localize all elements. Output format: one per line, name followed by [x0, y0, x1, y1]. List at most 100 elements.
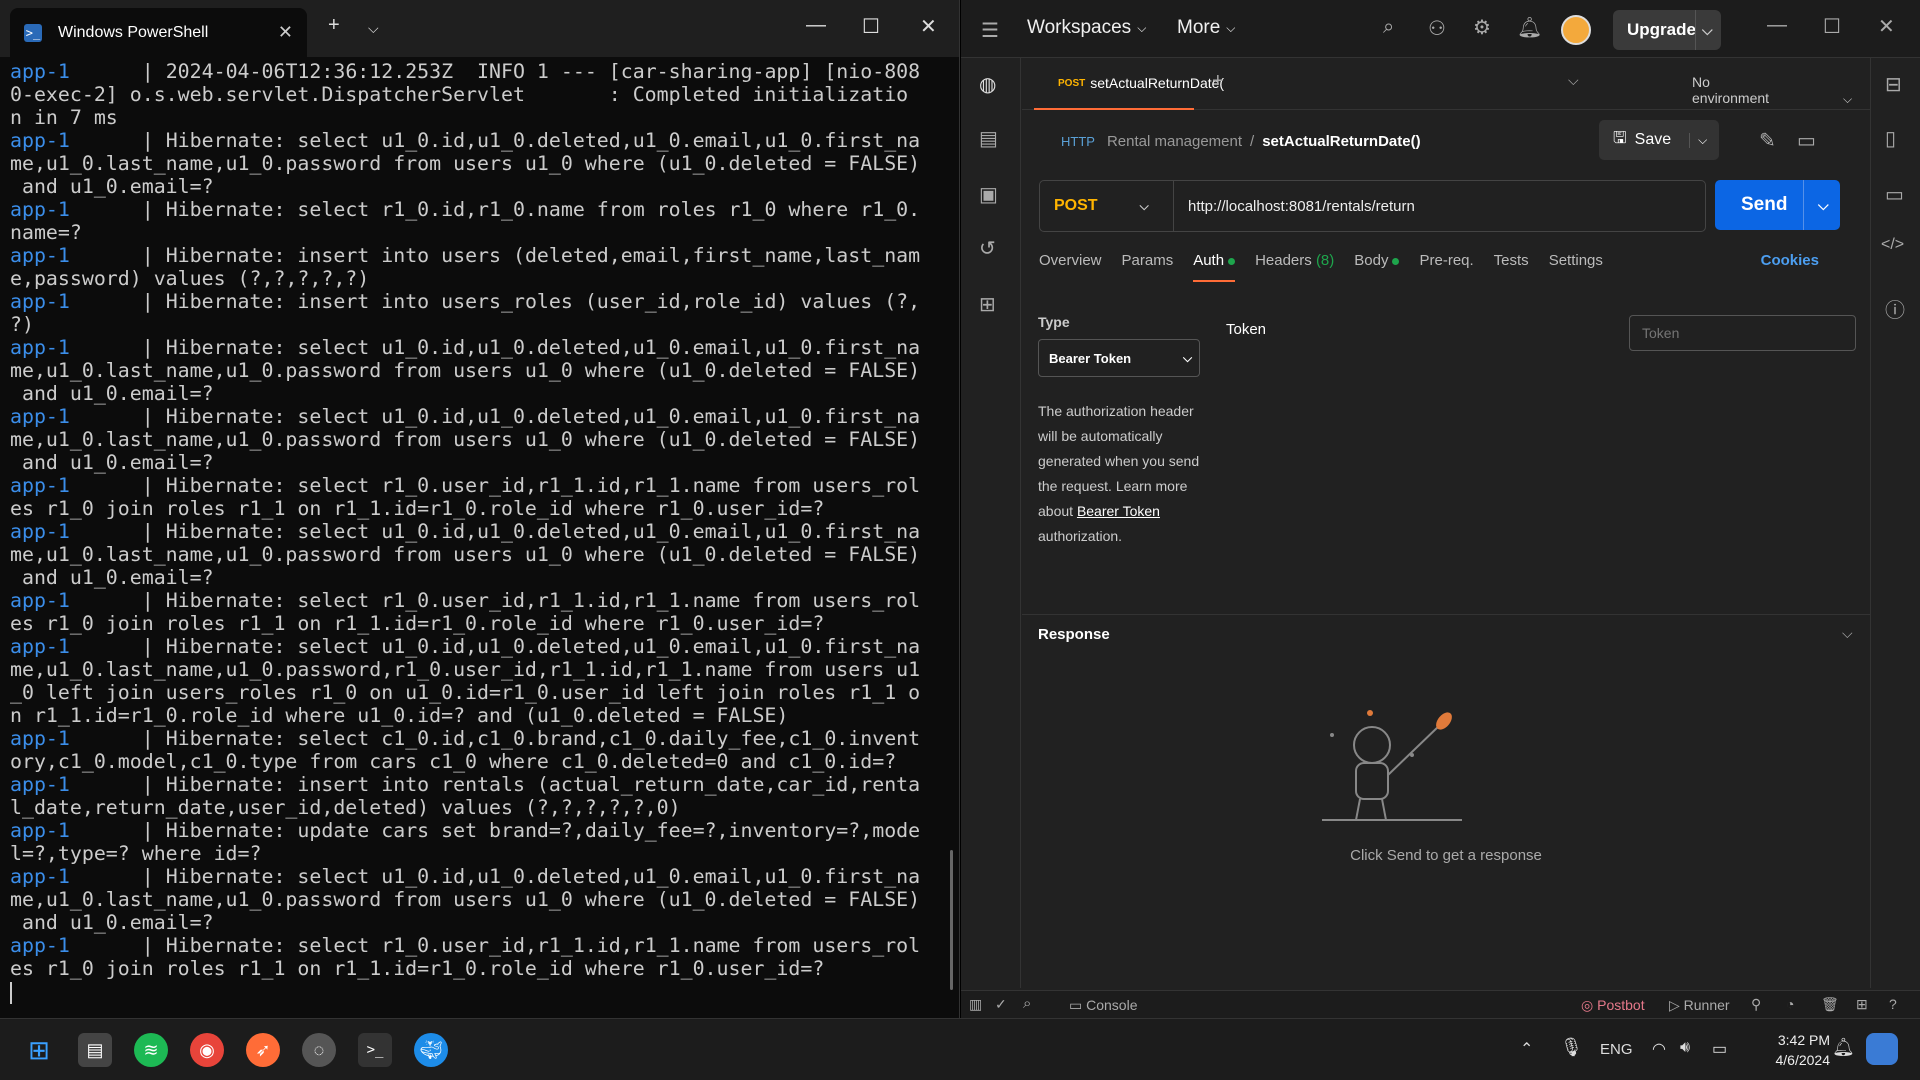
chevron-down-icon[interactable]: ⌵ [1695, 10, 1713, 50]
terminal-line: es r1_0 join roles r1_1 on r1_1.id=r1_0.… [10, 497, 925, 520]
info-icon[interactable]: ⓘ [1885, 294, 1905, 323]
menu-icon[interactable]: ☰ [981, 18, 999, 43]
terminal-icon[interactable]: >_ [358, 1033, 392, 1067]
windows-start-icon[interactable]: ⊞ [22, 1033, 56, 1067]
tab-auth[interactable]: Auth [1193, 252, 1236, 282]
wifi-icon[interactable]: ◠ [1652, 1039, 1666, 1059]
code-icon[interactable]: </> [1881, 236, 1904, 254]
tab-headers[interactable]: Headers (8) [1255, 252, 1334, 282]
obs-icon[interactable]: ◌ [302, 1033, 336, 1067]
bell-icon[interactable]: 🔔︎ [1517, 15, 1542, 40]
terminal-line: and u1_0.email=? [10, 566, 925, 589]
notifications-icon[interactable]: 🔔︎ [1832, 1037, 1855, 1058]
find-icon[interactable]: ⌕ [1023, 995, 1031, 1012]
comments-icon[interactable]: ▭ [1885, 182, 1904, 207]
cookies-icon[interactable]: ◔ [1786, 996, 1794, 1012]
gear-icon[interactable]: ⚙ [1473, 15, 1491, 40]
postman-icon[interactable]: ➶ [246, 1033, 280, 1067]
globe-icon[interactable]: ◍ [979, 72, 996, 97]
tab-prereq[interactable]: Pre-req. [1419, 252, 1473, 282]
tab-body[interactable]: Body [1354, 252, 1400, 282]
close-window-icon[interactable]: ✕ [1878, 14, 1895, 39]
clock[interactable]: 3:42 PM 4/6/2024 [1750, 1030, 1831, 1070]
terminal-line: app-1 | Hibernate: select u1_0.id,u1_0.d… [10, 520, 925, 543]
terminal-scrollbar[interactable] [950, 850, 953, 990]
chevron-down-icon[interactable]: ⌵ [1842, 625, 1853, 642]
send-button[interactable]: Send ⌵ [1715, 180, 1840, 230]
terminal-output[interactable]: app-1 | 2024-04-06T12:36:12.253Z INFO 1 … [10, 60, 925, 1004]
postbot-button[interactable]: ◎ Postbot [1581, 997, 1645, 1014]
invite-user-icon[interactable]: ⚇ [1428, 16, 1446, 41]
auth-description: The authorization header will be automat… [1038, 399, 1203, 549]
apps-icon[interactable]: ⊞ [979, 292, 996, 317]
tab-settings[interactable]: Settings [1549, 252, 1603, 282]
powershell-tab[interactable]: >_ Windows PowerShell ✕ [10, 8, 307, 57]
spotify-icon[interactable]: ≋ [134, 1033, 168, 1067]
docker-icon[interactable]: 🐳︎ [414, 1033, 448, 1067]
chevron-down-icon[interactable]: ⌵ [368, 20, 379, 37]
chevron-up-icon[interactable]: ⌃ [1520, 1039, 1533, 1059]
environment-select[interactable]: No environment ⌵ [1692, 74, 1870, 107]
more-menu[interactable]: More ⌵ [1177, 17, 1235, 39]
close-tab-icon[interactable]: ✕ [278, 22, 293, 43]
tab-setactualreturndate[interactable]: POST setActualReturnDate( [1034, 58, 1224, 110]
edit-icon[interactable]: ✎ [1759, 128, 1776, 153]
close-window-icon[interactable]: ✕ [920, 14, 937, 39]
auth-type-select[interactable]: Bearer Token ⌵ [1038, 339, 1200, 377]
copilot-icon[interactable] [1866, 1033, 1898, 1065]
maximize-icon[interactable]: ☐ [1823, 14, 1841, 39]
breadcrumb-collection[interactable]: Rental management [1107, 133, 1242, 150]
battery-icon[interactable]: ▭ [1712, 1039, 1727, 1059]
comment-icon[interactable]: ▭ [1797, 128, 1816, 153]
log-text: name=? [10, 221, 82, 244]
save-icon: 🖫︎ [1613, 129, 1627, 147]
console-button[interactable]: ▭ Console [1069, 997, 1138, 1014]
minimize-icon[interactable]: — [1767, 14, 1787, 37]
runner-button[interactable]: ▷ Runner [1669, 997, 1730, 1014]
volume-icon[interactable]: 🔊︎ [1680, 1039, 1690, 1057]
terminal-line: me,u1_0.last_name,u1_0.password from use… [10, 359, 925, 382]
url-input[interactable]: http://localhost:8081/rentals/return [1174, 198, 1415, 215]
environments-icon[interactable]: ▣ [979, 182, 998, 207]
tab-tests[interactable]: Tests [1494, 252, 1529, 282]
workspaces-menu[interactable]: Workspaces ⌵ [1027, 17, 1146, 39]
history-icon[interactable]: ↺ [979, 236, 996, 261]
chrome-icon[interactable]: ◉ [190, 1033, 224, 1067]
cookies-link[interactable]: Cookies [1761, 252, 1819, 282]
trash-icon[interactable]: 🗑︎ [1821, 996, 1839, 1013]
tab-params[interactable]: Params [1122, 252, 1174, 282]
terminal-line: app-1 | Hibernate: insert into users_rol… [10, 290, 925, 313]
maximize-icon[interactable]: ☐ [862, 14, 880, 39]
request-name[interactable]: setActualReturnDate() [1262, 133, 1420, 150]
prompt-line[interactable] [10, 980, 925, 1004]
workspace-icon[interactable]: ⊟ [1885, 72, 1902, 97]
help-icon[interactable]: ? [1889, 996, 1897, 1012]
capture-icon[interactable]: ⚲ [1751, 996, 1761, 1013]
left-sidebar: ◍ ▤ ▣ ↺ ⊞ [961, 58, 1021, 988]
sidebar-toggle-icon[interactable]: ▥ [969, 996, 982, 1013]
chevron-down-icon[interactable]: ⌵ [1803, 180, 1829, 230]
avatar[interactable] [1561, 15, 1591, 45]
layout-icon[interactable]: ⊞ [1856, 996, 1868, 1013]
tab-overview[interactable]: Overview [1039, 252, 1102, 282]
log-text: | Hibernate: select r1_0.id,r1_0.name fr… [69, 198, 921, 221]
language-indicator[interactable]: ENG [1600, 1041, 1633, 1058]
chevron-down-icon[interactable]: ⌵ [1689, 132, 1707, 148]
upgrade-button[interactable]: Upgrade ⌵ [1613, 10, 1721, 50]
chevron-down-icon[interactable]: ⌵ [1568, 72, 1579, 89]
documentation-icon[interactable]: ▯ [1885, 126, 1896, 151]
method-select[interactable]: POST ⌵ [1040, 181, 1174, 231]
log-text: | Hibernate: select r1_0.user_id,r1_1.id… [69, 474, 921, 497]
online-status-icon[interactable]: ✓ [995, 996, 1007, 1013]
new-tab-icon[interactable]: + [328, 14, 340, 37]
bearer-token-link[interactable]: Bearer Token [1077, 503, 1160, 519]
new-tab-icon[interactable]: + [1212, 70, 1224, 93]
file-explorer-icon[interactable]: ▤ [78, 1033, 112, 1067]
token-input[interactable] [1629, 315, 1856, 351]
microphone-icon[interactable]: 🎙︎ [1560, 1037, 1583, 1058]
terminal-line: app-1 | Hibernate: select u1_0.id,u1_0.d… [10, 405, 925, 428]
search-icon[interactable]: ⌕ [1383, 16, 1394, 39]
save-button[interactable]: 🖫︎ Save ⌵ [1599, 120, 1719, 160]
minimize-icon[interactable]: — [806, 14, 826, 37]
collections-icon[interactable]: ▤ [979, 126, 998, 151]
